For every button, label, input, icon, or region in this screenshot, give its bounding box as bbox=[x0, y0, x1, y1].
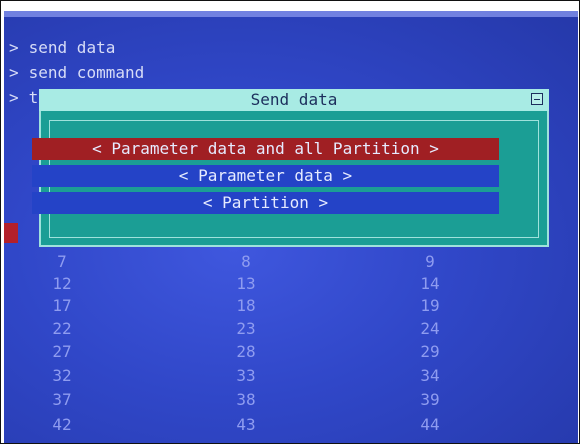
table-row: 17 18 19 bbox=[4, 296, 578, 316]
table-row: 32 33 34 bbox=[4, 366, 578, 386]
table-cell: 24 bbox=[420, 319, 440, 338]
selection-marker bbox=[4, 223, 18, 243]
menu-item-arrow: > bbox=[9, 88, 19, 107]
table-cell: 32 bbox=[52, 366, 72, 385]
option-parameter-data[interactable]: < Parameter data > bbox=[32, 165, 499, 187]
table-cell: 28 bbox=[236, 342, 256, 361]
dialog-title: Send data bbox=[39, 89, 549, 111]
table-cell: 14 bbox=[420, 274, 440, 293]
menu-item-label: send data bbox=[28, 38, 116, 57]
table-row: 7 8 9 bbox=[4, 252, 578, 272]
table-row: 12 13 14 bbox=[4, 274, 578, 294]
table-cell: 34 bbox=[420, 366, 440, 385]
menu-item-send-command[interactable]: > send command bbox=[9, 64, 144, 82]
table-cell: 39 bbox=[420, 390, 440, 409]
table-cell: 13 bbox=[236, 274, 256, 293]
table-cell: 18 bbox=[236, 296, 256, 315]
table-cell: 44 bbox=[420, 415, 440, 434]
menu-item-send-data[interactable]: > send data bbox=[9, 39, 115, 57]
table-cell: 29 bbox=[420, 342, 440, 361]
table-row: 37 38 39 bbox=[4, 390, 578, 410]
table-row: 27 28 29 bbox=[4, 342, 578, 362]
minimize-icon[interactable] bbox=[531, 93, 543, 105]
table-cell: 19 bbox=[420, 296, 440, 315]
table-cell: 27 bbox=[52, 342, 72, 361]
table-cell: 38 bbox=[236, 390, 256, 409]
table-cell: 43 bbox=[236, 415, 256, 434]
table-cell: 37 bbox=[52, 390, 72, 409]
menu-item-arrow: > bbox=[9, 63, 19, 82]
table-cell: 7 bbox=[57, 252, 67, 271]
photo-frame: > send data > send command > to 7 8 9 12… bbox=[0, 0, 580, 444]
table-cell: 12 bbox=[52, 274, 72, 293]
option-partition[interactable]: < Partition > bbox=[32, 192, 499, 214]
table-cell: 17 bbox=[52, 296, 72, 315]
menu-item-label: send command bbox=[28, 63, 145, 82]
table-cell: 33 bbox=[236, 366, 256, 385]
table-cell: 23 bbox=[236, 319, 256, 338]
option-parameter-data-and-all-partition[interactable]: < Parameter data and all Partition > bbox=[32, 138, 499, 160]
table-row: 42 43 44 bbox=[4, 415, 578, 435]
table-cell: 9 bbox=[425, 252, 435, 271]
table-row: 22 23 24 bbox=[4, 319, 578, 339]
menu-item-arrow: > bbox=[9, 38, 19, 57]
table-cell: 22 bbox=[52, 319, 72, 338]
table-cell: 8 bbox=[241, 252, 251, 271]
terminal-screen: > send data > send command > to 7 8 9 12… bbox=[4, 11, 578, 443]
top-band bbox=[4, 11, 578, 17]
table-cell: 42 bbox=[52, 415, 72, 434]
